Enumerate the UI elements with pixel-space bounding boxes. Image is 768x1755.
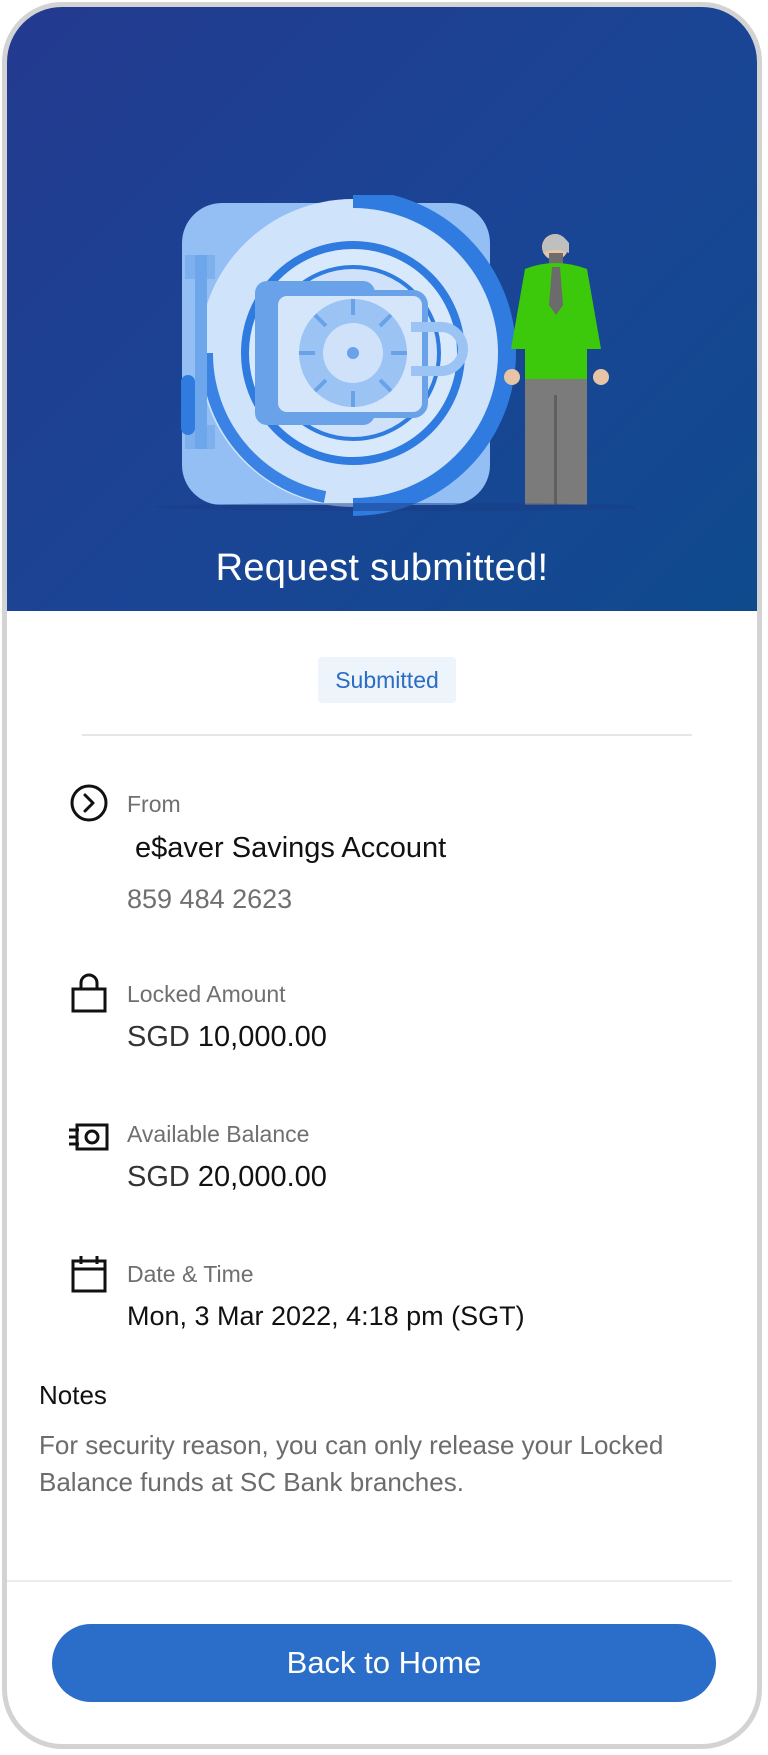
lock-icon [71, 973, 107, 1013]
locked-amount-label: Locked Amount [127, 981, 286, 1007]
calendar-icon [71, 1256, 107, 1293]
date-time-label: Date & Time [127, 1261, 254, 1287]
footer-divider [7, 1580, 732, 1582]
available-balance-value: SGD 20,000.00 [127, 1161, 327, 1194]
page-title: Request submitted! [215, 547, 549, 589]
notes-title: Notes [39, 1380, 107, 1410]
hero-banner: Request submitted! [7, 7, 757, 611]
from-account-name: e$aver Savings Account [135, 832, 447, 864]
divider [82, 734, 692, 736]
locked-amount: 10,000.00 [197, 1021, 327, 1053]
available-currency: SGD [127, 1161, 190, 1193]
locked-amount-value: SGD 10,000.00 [127, 1021, 327, 1054]
available-amount: 20,000.00 [197, 1161, 327, 1193]
from-account-number: 859 484 2623 [127, 884, 293, 914]
vault-illustration [155, 195, 635, 516]
date-time-value: Mon, 3 Mar 2022, 4:18 pm (SGT) [127, 1301, 525, 1331]
available-balance-label: Available Balance [127, 1121, 310, 1147]
chevron-right-circle-icon [70, 784, 108, 822]
status-badge: Submitted [318, 657, 456, 703]
back-to-home-button[interactable]: Back to Home [52, 1624, 716, 1702]
from-label: From [127, 791, 181, 817]
phone-frame: Request submitted! Submitted From e$aver… [2, 2, 762, 1749]
notes-text: For security reason, you can only releas… [39, 1430, 664, 1497]
locked-currency: SGD [127, 1021, 190, 1053]
money-icon [69, 1123, 109, 1151]
